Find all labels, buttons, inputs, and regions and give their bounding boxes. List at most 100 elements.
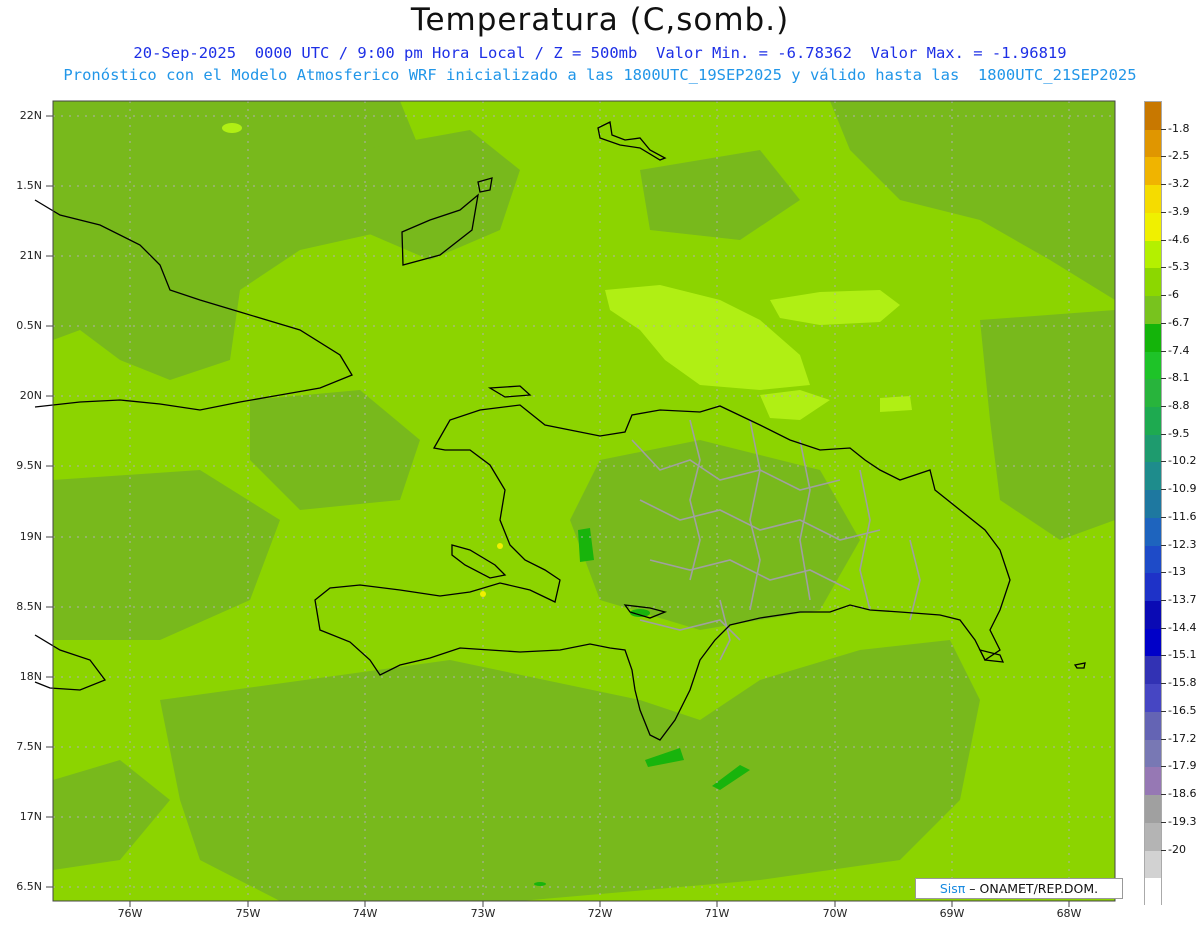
colorbar-tick — [1161, 156, 1166, 158]
colorbar-swatch — [1145, 656, 1161, 685]
colorbar-tick — [1161, 350, 1166, 352]
colorbar-tick — [1161, 627, 1166, 629]
lat-label: 1.5N — [16, 179, 42, 192]
model-info-line: Pronóstico con el Modelo Atmosferico WRF… — [63, 66, 1137, 84]
colorbar-tick — [1161, 600, 1166, 602]
colorbar-tick — [1161, 378, 1166, 380]
colorbar-tick — [1161, 738, 1166, 740]
colorbar-label: -16.5 — [1168, 703, 1197, 717]
colorbar-swatch — [1145, 129, 1161, 158]
sispi-logo: Sisπ — [939, 881, 966, 896]
lon-label: 71W — [704, 907, 730, 920]
colorbar-swatch — [1145, 406, 1161, 436]
colorbar-label: -8.1 — [1168, 371, 1190, 385]
colorbar-swatch — [1145, 102, 1161, 131]
lon-label: 68W — [1056, 907, 1082, 920]
colorbar-tick — [1161, 849, 1166, 851]
colorbar-tick — [1161, 683, 1166, 685]
colorbar-tick — [1161, 295, 1166, 297]
colorbar-tick — [1161, 710, 1166, 712]
lat-label: 20N — [19, 389, 42, 402]
colorbar-swatch — [1145, 739, 1161, 768]
colorbar-tick — [1161, 766, 1166, 768]
lat-label: 21N — [19, 249, 42, 262]
colorbar-swatch — [1145, 850, 1161, 879]
colorbar-swatch — [1145, 185, 1161, 214]
lat-label: 8.5N — [16, 600, 42, 613]
colorbar-tick — [1161, 516, 1166, 518]
colorbar-swatch — [1145, 517, 1161, 547]
colorbar-tick — [1161, 128, 1166, 130]
colorbar-tick — [1161, 433, 1166, 435]
colorbar-tick — [1161, 461, 1166, 463]
colorbar-label: -17.9 — [1168, 759, 1197, 773]
colorbar-swatch — [1145, 157, 1161, 186]
colorbar-tick — [1161, 211, 1166, 213]
lon-label: 73W — [470, 907, 496, 920]
colorbar-label: -17.2 — [1168, 731, 1197, 745]
colorbar-label: -20 — [1168, 842, 1186, 856]
colorbar-swatch — [1145, 573, 1161, 602]
lat-label: 18N — [19, 670, 42, 683]
colorbar-label: -9.5 — [1168, 426, 1190, 440]
colorbar-swatch — [1145, 684, 1161, 713]
colorbar-swatch — [1145, 240, 1161, 269]
colorbar-label: -3.2 — [1168, 177, 1190, 191]
colorbar-label: -8.8 — [1168, 398, 1190, 412]
colorbar-label: -13.7 — [1168, 593, 1197, 607]
colorbar-swatch — [1145, 601, 1161, 630]
forecast-info-line: 20-Sep-2025 0000 UTC / 9:00 pm Hora Loca… — [133, 44, 1067, 62]
colorbar-swatch — [1145, 462, 1161, 491]
colorbar-swatch — [1145, 628, 1161, 657]
colorbar-swatch — [1145, 545, 1161, 574]
lon-label: 74W — [352, 907, 378, 920]
colorbar-tick — [1161, 544, 1166, 546]
colorbar-label: -13 — [1168, 565, 1186, 579]
colorbar-label: -12.3 — [1168, 537, 1197, 551]
colorbar-label: -6.7 — [1168, 315, 1190, 329]
colorbar-swatch — [1145, 795, 1161, 824]
colorbar-tick — [1161, 184, 1166, 186]
colorbar-label: -6 — [1168, 288, 1179, 302]
colorbar-label: -2.5 — [1168, 149, 1190, 163]
colorbar-tick — [1161, 489, 1166, 491]
colorbar-label: -19.3 — [1168, 814, 1197, 828]
colorbar-swatch — [1145, 878, 1161, 907]
colorbar-swatch — [1145, 822, 1161, 852]
colorbar-tick — [1161, 322, 1166, 324]
map-title: Temperatura (C,somb.) — [410, 2, 790, 38]
colorbar-tick — [1161, 655, 1166, 657]
colorbar-label: -5.3 — [1168, 260, 1190, 274]
colorbar-tick — [1161, 405, 1166, 407]
credit-box: Sisπ – ONAMET/REP.DOM. — [915, 878, 1123, 899]
lat-label: 0.5N — [16, 319, 42, 332]
colorbar-swatch — [1145, 212, 1161, 242]
colorbar-swatch — [1145, 379, 1161, 408]
colorbar-label: -15.1 — [1168, 648, 1197, 662]
lat-label: 9.5N — [16, 459, 42, 472]
lat-label: 6.5N — [16, 880, 42, 893]
colorbar-swatch — [1145, 490, 1161, 519]
lat-label: 17N — [19, 810, 42, 823]
colorbar-swatch — [1145, 323, 1161, 352]
lon-label: 72W — [587, 907, 613, 920]
lon-label: 76W — [117, 907, 143, 920]
colorbar-swatch — [1145, 296, 1161, 325]
lon-label: 70W — [822, 907, 848, 920]
colorbar-label: -1.8 — [1168, 121, 1190, 135]
colorbar — [1144, 101, 1162, 907]
colorbar-swatch — [1145, 711, 1161, 741]
colorbar-label: -15.8 — [1168, 676, 1197, 690]
colorbar-tick — [1161, 821, 1166, 823]
lat-label: 22N — [19, 109, 42, 122]
colorbar-swatch — [1145, 767, 1161, 796]
colorbar-label: -11.6 — [1168, 509, 1197, 523]
lat-label: 7.5N — [16, 740, 42, 753]
credit-text: – ONAMET/REP.DOM. — [969, 881, 1099, 896]
lat-label: 19N — [19, 530, 42, 543]
lon-label: 69W — [939, 907, 965, 920]
colorbar-tick — [1161, 794, 1166, 796]
colorbar-swatch — [1145, 268, 1161, 297]
colorbar-label: -3.9 — [1168, 204, 1190, 218]
colorbar-label: -7.4 — [1168, 343, 1190, 357]
